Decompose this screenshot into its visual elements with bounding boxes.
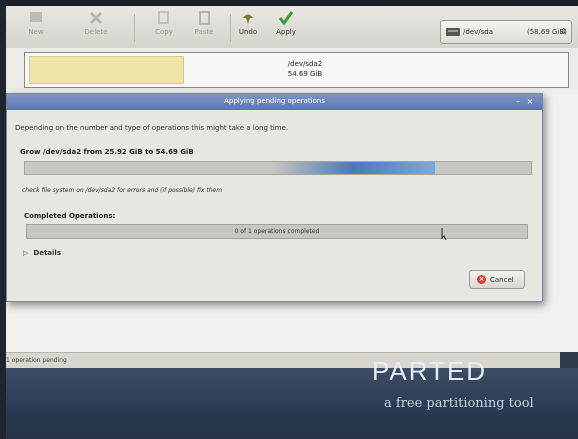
partition-block-used [29, 56, 184, 84]
screen: New Delete Copy Paste Undo Apply /dev/sd… [0, 0, 578, 439]
dialog-description: Depending on the number and type of oper… [15, 124, 289, 132]
cancel-button[interactable]: × Cancel [469, 270, 525, 289]
apply-label: Apply [276, 28, 296, 36]
copy-label: Copy [155, 28, 173, 36]
apply-check-icon [278, 11, 294, 26]
photo-border-left [0, 0, 6, 439]
paste-label: Paste [194, 28, 214, 36]
partition-name: /dev/sda2 [287, 60, 323, 68]
device-name: /dev/sda [463, 28, 493, 36]
cancel-label: Cancel [490, 276, 514, 284]
new-icon [30, 12, 42, 22]
text-cursor-icon [441, 228, 447, 240]
photo-border-top [0, 0, 578, 6]
dialog-titlebar: Applying pending operations – × [7, 94, 542, 110]
sub-operation: check file system on /dev/sda2 for error… [22, 187, 223, 194]
delete-icon [89, 11, 103, 25]
completed-operations-bar: 0 of 1 operations completed [26, 224, 528, 239]
partition-map[interactable]: /dev/sda2 54.69 GiB [24, 52, 569, 88]
apply-operations-dialog: Applying pending operations – × Dependin… [6, 93, 543, 302]
delete-button[interactable]: Delete [70, 10, 122, 46]
expander-arrow-icon: ▷ [23, 249, 29, 257]
undo-icon [243, 14, 253, 24]
apply-button[interactable]: Apply [260, 10, 312, 46]
cancel-icon: × [477, 275, 486, 284]
completed-operations-label: Completed Operations: [24, 212, 116, 220]
status-text: 1 operation pending [6, 357, 67, 364]
toolbar: New Delete Copy Paste Undo Apply /dev/sd… [6, 6, 578, 49]
new-button[interactable]: New [10, 10, 62, 46]
close-icon[interactable]: × [526, 97, 534, 106]
toolbar-separator [134, 14, 135, 42]
paste-icon [199, 11, 210, 25]
details-expander[interactable]: ▷ Details [23, 249, 61, 257]
chevron-updown-icon: ⇕ [560, 27, 567, 36]
dialog-title: Applying pending operations [224, 97, 325, 105]
partition-map-label: /dev/sda2 54.69 GiB [265, 59, 345, 79]
brand-name: PARTED [372, 356, 488, 386]
new-label: New [28, 28, 44, 36]
operation-progress-fill [25, 162, 435, 174]
completed-operations-text: 0 of 1 operations completed [234, 228, 320, 235]
operation-progress-bar [24, 161, 532, 175]
details-label: Details [33, 249, 61, 257]
partition-map-area: /dev/sda2 54.69 GiB [6, 48, 578, 90]
device-selector[interactable]: /dev/sda (58.69 GiB) ⇕ [440, 20, 572, 44]
undo-label: Undo [238, 28, 258, 36]
delete-label: Delete [84, 28, 108, 36]
current-operation: Grow /dev/sda2 from 25.92 GiB to 54.69 G… [20, 148, 194, 156]
disk-icon [446, 28, 460, 36]
copy-icon [158, 11, 169, 24]
partition-size: 54.69 GiB [287, 70, 323, 78]
minimize-icon[interactable]: – [514, 97, 522, 106]
brand-tagline: a free partitioning tool [384, 396, 534, 411]
